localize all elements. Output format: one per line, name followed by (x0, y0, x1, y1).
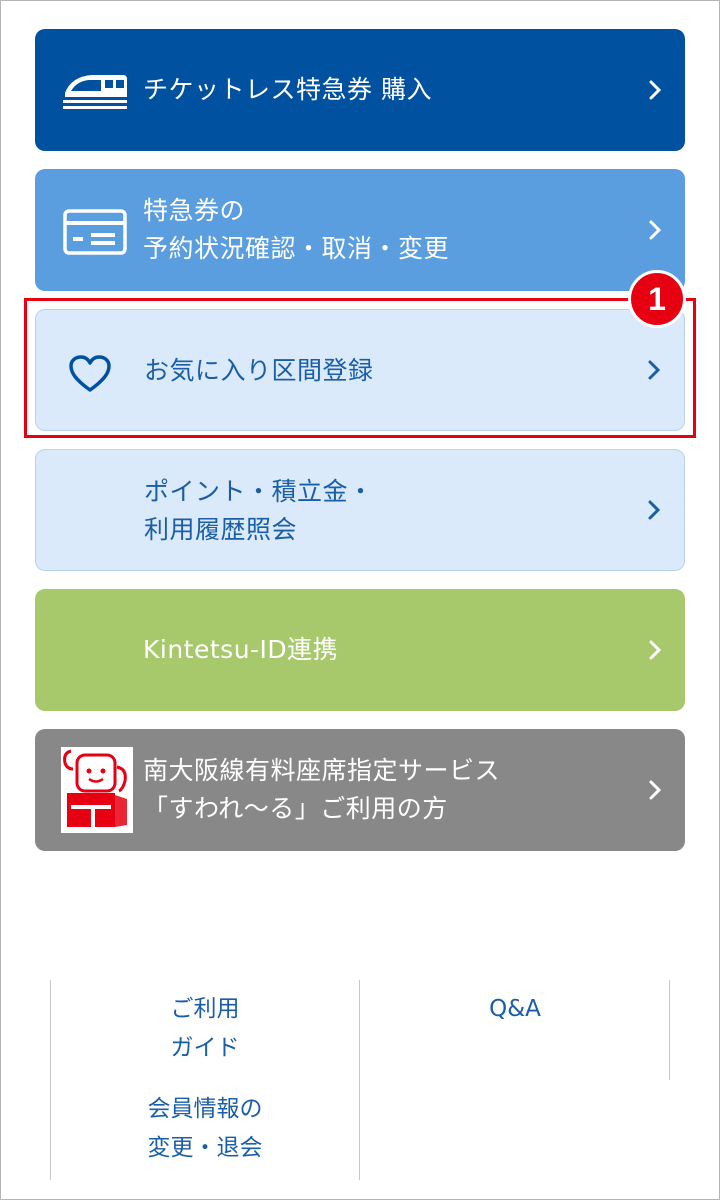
chevron-right-icon (649, 220, 662, 240)
heart-icon (69, 355, 111, 392)
kintetsu-id-label: Kintetsu-ID連携 (143, 635, 339, 664)
suwareru-service-label: 南大阪線有料座席指定サービス 「すわれ〜る」ご利用の方 (143, 756, 501, 823)
member-info-link[interactable]: 会員情報の 変更・退会 (50, 1090, 360, 1168)
favorite-section-label: お気に入り区間登録 (144, 356, 374, 385)
favorite-section-button[interactable]: お気に入り区間登録 (35, 309, 685, 431)
suwareru-mascot-icon (61, 747, 133, 833)
ticketless-purchase-button[interactable]: チケットレス特急券 購入 (35, 29, 685, 151)
reservation-status-button[interactable]: 特急券の 予約状況確認・取消・変更 (35, 169, 685, 291)
qa-link[interactable]: Q&A (360, 990, 670, 1029)
annotation-step-badge: 1 (628, 270, 686, 328)
chevron-right-icon (649, 640, 662, 660)
ticket-card-icon (63, 209, 127, 255)
train-icon (63, 75, 127, 109)
usage-guide-link[interactable]: ご利用 ガイド (50, 990, 360, 1068)
chevron-right-icon (649, 780, 662, 800)
reservation-status-label: 特急券の 予約状況確認・取消・変更 (143, 196, 450, 263)
chevron-right-icon (648, 500, 661, 520)
chevron-right-icon (648, 360, 661, 380)
points-history-button[interactable]: ポイント・積立金・ 利用履歴照会 (35, 449, 685, 571)
points-history-label: ポイント・積立金・ 利用履歴照会 (144, 477, 374, 544)
suwareru-service-button[interactable]: 南大阪線有料座席指定サービス 「すわれ〜る」ご利用の方 (35, 729, 685, 851)
ticketless-purchase-label: チケットレス特急券 購入 (143, 75, 432, 104)
kintetsu-id-link-button[interactable]: Kintetsu-ID連携 (35, 589, 685, 711)
chevron-right-icon (649, 80, 662, 100)
